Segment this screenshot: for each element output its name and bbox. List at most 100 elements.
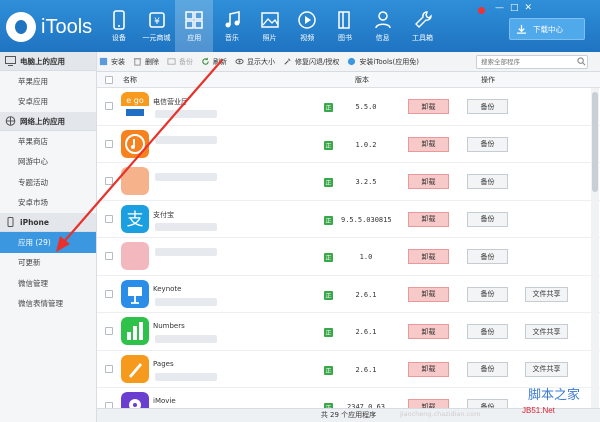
- backup-button[interactable]: 备份: [467, 249, 508, 264]
- repair-icon: [284, 58, 291, 65]
- minimize-button[interactable]: —: [495, 3, 504, 13]
- app-version: 9.5.5.030815: [341, 215, 392, 224]
- app-version: 5.5.0: [355, 103, 377, 111]
- sidebar-item-wechat[interactable]: 微信管理: [0, 273, 96, 294]
- scrollbar[interactable]: [591, 88, 599, 408]
- table-row[interactable]: e go 电信营业厅 正 5.5.0 卸载 备份: [97, 88, 600, 126]
- sidebar-item-android-apps[interactable]: 安卓应用: [0, 92, 96, 113]
- table-row[interactable]: Numbers 正 2.6.1 卸载 备份 文件共享: [97, 313, 600, 351]
- table-row[interactable]: 正 3.2.5 卸载 备份: [97, 163, 600, 201]
- install-button[interactable]: 安装: [99, 57, 125, 67]
- close-button[interactable]: ✕: [525, 3, 533, 13]
- search-input[interactable]: [476, 55, 588, 69]
- backup-button[interactable]: 备份: [467, 174, 508, 189]
- app-version: 2.6.1: [355, 290, 377, 299]
- search-icon[interactable]: [577, 57, 586, 66]
- redacted-text: [155, 372, 217, 381]
- backup-button[interactable]: 备份: [467, 211, 508, 227]
- install-itools-button[interactable]: 安装iTools(应用免): [347, 57, 419, 67]
- repair-button[interactable]: 修复闪退/授权: [283, 57, 339, 67]
- app-version: 3.2.5: [355, 178, 377, 186]
- uninstall-button[interactable]: 卸载: [408, 324, 449, 339]
- uninstall-button[interactable]: 卸载: [408, 99, 449, 114]
- sidebar-item-games[interactable]: 网游中心: [0, 152, 96, 173]
- sidebar-item-apple-apps[interactable]: 苹果应用: [0, 71, 96, 92]
- uninstall-button[interactable]: 卸载: [408, 249, 449, 264]
- row-checkbox[interactable]: [105, 177, 113, 185]
- backup-button[interactable]: 备份: [467, 324, 508, 339]
- sidebar-item-updates[interactable]: 可更新: [0, 253, 96, 274]
- nav-music[interactable]: 音乐: [213, 0, 251, 52]
- table-row[interactable]: 正 1.0 卸载 备份: [97, 238, 600, 276]
- backup-button[interactable]: 备份: [467, 286, 508, 302]
- app-version: 1.0.2: [355, 140, 377, 149]
- sidebar-header-label: 电脑上的应用: [20, 56, 65, 66]
- install-label: 安装: [111, 57, 125, 66]
- file-share-button[interactable]: 文件共享: [525, 361, 568, 377]
- uninstall-button[interactable]: 卸载: [408, 174, 449, 189]
- play-icon: [298, 10, 317, 29]
- app-name: Numbers: [153, 322, 185, 330]
- nav-label: 一元商城: [142, 33, 171, 42]
- uninstall-button[interactable]: 卸载: [408, 361, 449, 377]
- nav-info[interactable]: 信息: [364, 0, 402, 52]
- nav-books[interactable]: 图书: [326, 0, 364, 52]
- table-row[interactable]: 正 1.0.2 卸载 备份: [97, 126, 600, 163]
- install-icon: [99, 57, 108, 66]
- table-row[interactable]: Pages 正 2.6.1 卸载 备份 文件共享: [97, 351, 600, 388]
- row-checkbox[interactable]: [105, 327, 113, 335]
- nav-mall[interactable]: ¥ 一元商城: [138, 0, 176, 52]
- sidebar-item-topics[interactable]: 专题活动: [0, 172, 96, 193]
- scroll-thumb[interactable]: [592, 92, 598, 192]
- row-checkbox[interactable]: [105, 364, 113, 373]
- table-row[interactable]: 支 支付宝 正 9.5.5.030815 卸载 备份: [97, 201, 600, 238]
- row-checkbox[interactable]: [105, 289, 113, 298]
- delete-label: 删除: [145, 57, 159, 66]
- main-nav: 设备 ¥ 一元商城 应用 音乐 照片 视频 图书 信息 工具箱: [100, 0, 444, 52]
- uninstall-button[interactable]: 卸载: [408, 211, 449, 227]
- numbers-icon: [121, 317, 149, 345]
- uninstall-button[interactable]: 卸载: [408, 286, 449, 302]
- select-all-checkbox[interactable]: [105, 76, 113, 84]
- nav-photos[interactable]: 照片: [251, 0, 289, 52]
- file-share-button[interactable]: 文件共享: [525, 286, 568, 302]
- maximize-button[interactable]: □: [510, 3, 519, 13]
- nav-label: 信息: [375, 33, 390, 42]
- redacted-text: [155, 335, 217, 343]
- refresh-button[interactable]: 刷新: [201, 57, 227, 67]
- globe-icon: [5, 116, 16, 126]
- sidebar-item-android-market[interactable]: 安卓市场: [0, 193, 96, 214]
- row-checkbox[interactable]: [105, 102, 113, 110]
- orange-music-icon: [121, 129, 149, 158]
- app-name: 支付宝: [153, 210, 174, 219]
- backup-button[interactable]: 备份: [467, 136, 508, 152]
- backup-toolbar-button[interactable]: 备份: [167, 57, 193, 67]
- sidebar-item-device-apps[interactable]: 应用 (29): [0, 232, 96, 253]
- sidebar: 电脑上的应用 苹果应用 安卓应用 网络上的应用 苹果商店 网游中心 专题活动 安…: [0, 52, 97, 422]
- book-icon: [338, 10, 350, 29]
- row-checkbox[interactable]: [105, 214, 113, 223]
- table-row[interactable]: Keynote 正 2.6.1 卸载 备份 文件共享: [97, 276, 600, 313]
- redacted-text: [155, 135, 217, 144]
- nav-toolbox[interactable]: 工具箱: [402, 0, 444, 52]
- nav-device[interactable]: 设备: [100, 0, 138, 52]
- download-center-button[interactable]: 下载中心: [509, 18, 585, 40]
- sidebar-header-net: 网络上的应用: [0, 112, 96, 131]
- sidebar-item-apple-store[interactable]: 苹果商店: [0, 131, 96, 152]
- pages-icon: [121, 354, 149, 383]
- uninstall-button[interactable]: 卸载: [408, 136, 449, 152]
- itools-small-icon: [348, 57, 356, 66]
- row-checkbox[interactable]: [105, 252, 113, 260]
- show-size-button[interactable]: 显示大小: [235, 57, 275, 67]
- nav-apps[interactable]: 应用: [175, 0, 214, 52]
- backup-button[interactable]: 备份: [467, 99, 508, 114]
- delete-button[interactable]: 删除: [133, 57, 159, 67]
- telecom-icon: e go: [121, 92, 149, 120]
- backup-button[interactable]: 备份: [467, 361, 508, 377]
- row-checkbox[interactable]: [105, 139, 113, 148]
- nav-label: 照片: [262, 33, 277, 42]
- nav-video[interactable]: 视频: [288, 0, 326, 52]
- file-share-button[interactable]: 文件共享: [525, 324, 568, 339]
- nav-label: 应用: [187, 33, 202, 42]
- sidebar-item-wechat-stickers[interactable]: 微信表情管理: [0, 294, 96, 315]
